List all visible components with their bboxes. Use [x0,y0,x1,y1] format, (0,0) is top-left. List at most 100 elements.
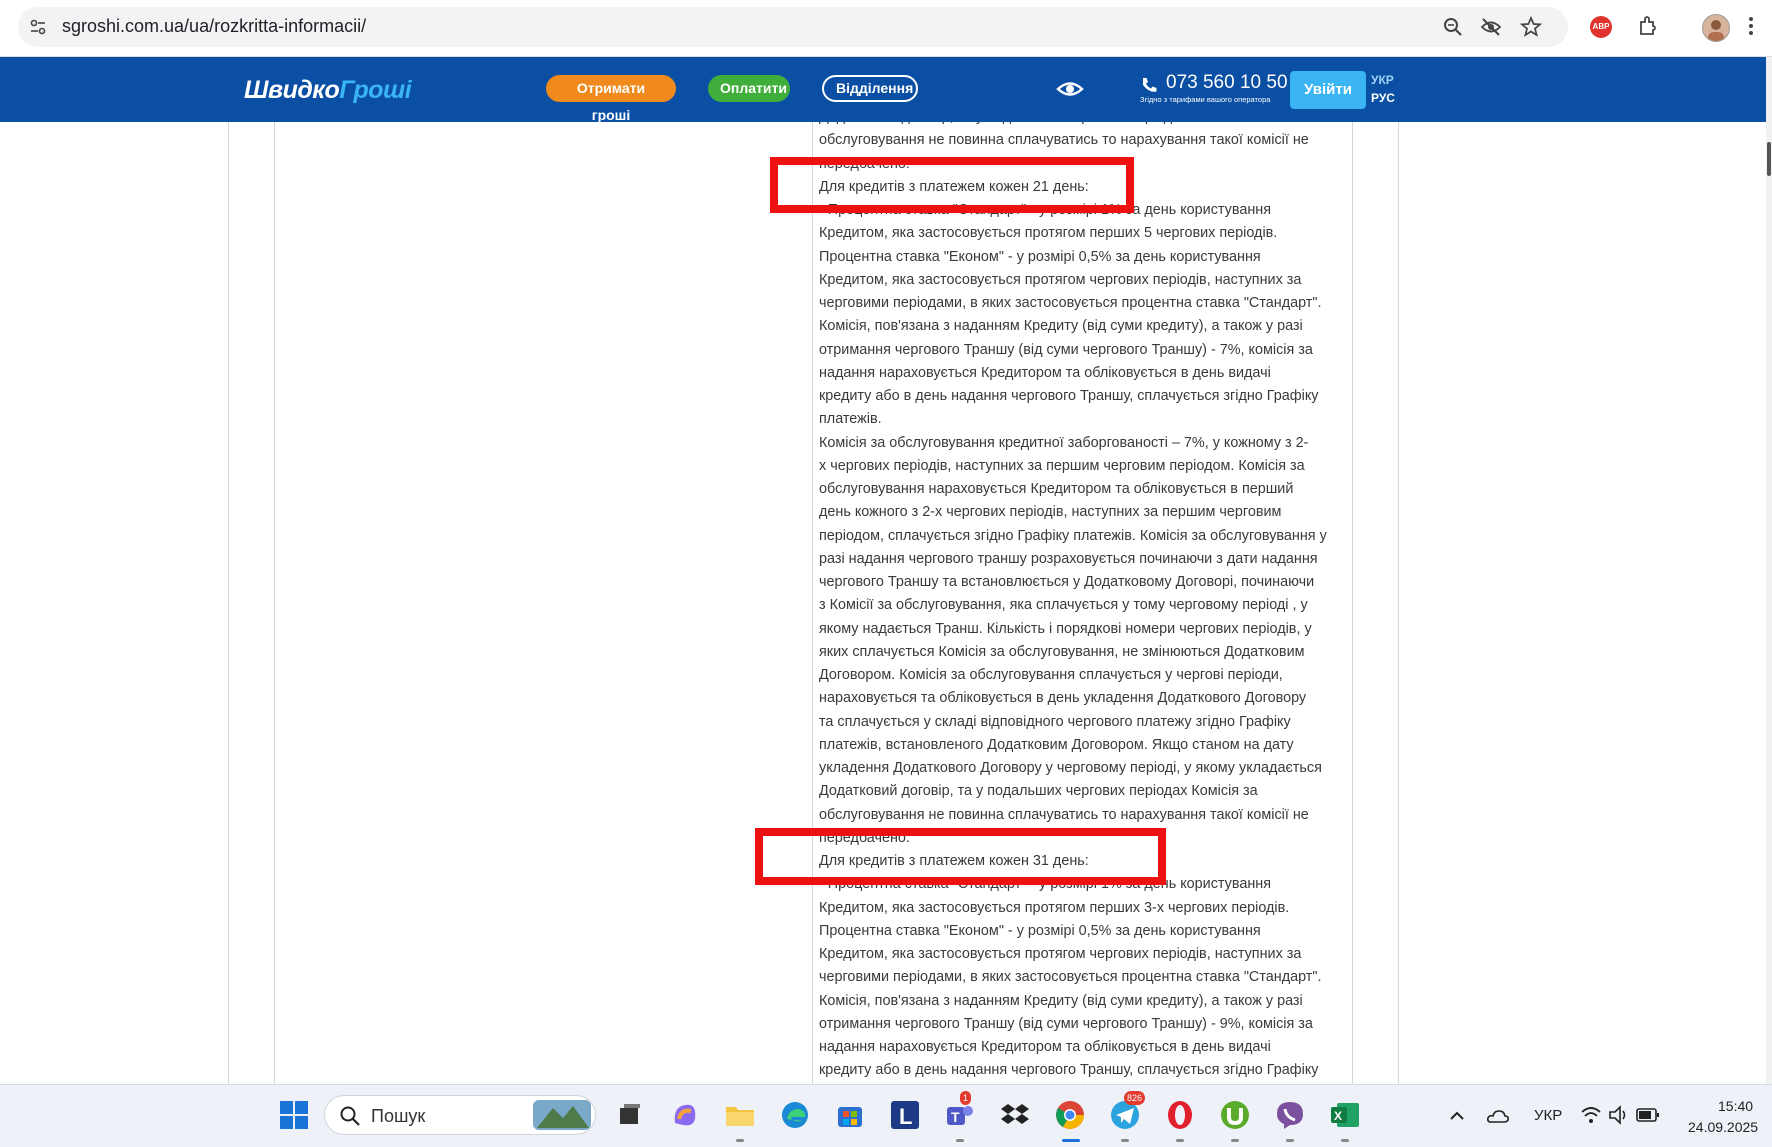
viber-icon[interactable] [1274,1099,1306,1131]
eye-off-icon[interactable] [1480,16,1502,38]
clock-time[interactable]: 15:40 [1718,1098,1753,1114]
telegram-badge: 826 [1124,1091,1146,1105]
lang-ukr-link[interactable]: УКР [1371,73,1394,87]
windows-taskbar: Пошук L T 1 826 X УКР 15:40 24.09.2025 [0,1084,1772,1147]
text-line: Кредитом, яка застосовується протягом че… [819,271,1302,288]
text-line: день кожного з 2-х чергових періодів, на… [819,504,1282,521]
running-indicator [1121,1139,1129,1142]
text-line: черговими періодами, в яких застосовуєть… [819,295,1322,311]
text-line: обслуговування не повинна сплачуватись т… [819,132,1309,149]
text-line: кредиту або в день надання чергового Тра… [819,1062,1319,1079]
text-line: х чергових періодів, наступних за першим… [819,457,1305,474]
text-line: Кредитом, яка застосовується протягом пе… [819,899,1290,916]
text-line: черговими періодами, в яких застосовуєть… [819,969,1322,986]
browser-toolbar: sgroshi.com.ua/ua/rozkritta-informacii/ … [0,0,1772,57]
column-divider [274,122,275,1084]
text-line: та сплачується у складі відповідного чер… [819,713,1291,730]
pay-button[interactable]: Оплатити [708,75,790,102]
opera-icon[interactable] [1164,1099,1196,1131]
excel-icon[interactable]: X [1329,1099,1361,1131]
column-divider [1352,122,1353,1084]
column-divider [1398,122,1399,1084]
accessibility-eye-icon[interactable] [1056,78,1084,100]
search-highlight-icon [533,1100,591,1130]
lang-rus-link[interactable]: РУС [1371,91,1395,105]
onedrive-icon[interactable] [1486,1107,1510,1125]
extensions-icon[interactable] [1636,14,1660,38]
text-line: якому надається Транш. Кількість і поряд… [819,620,1312,637]
text-line: отримання чергового Траншу (від суми чер… [819,341,1313,358]
text-line: Кредитом, яка застосовується протягом пе… [819,225,1278,242]
phone-note: Згідно з тарифами вашого оператора [1140,95,1271,104]
copilot-icon[interactable] [669,1099,701,1131]
site-header: ШвидкоГроші Отримати гроші Оплатити Відд… [0,57,1766,123]
volume-icon[interactable] [1608,1105,1630,1125]
text-line: обслуговування нараховується Кредитором … [819,481,1294,497]
clock-date[interactable]: 24.09.2025 [1688,1119,1758,1135]
get-money-button[interactable]: Отримати гроші [546,75,676,123]
person-icon [1708,20,1724,41]
running-indicator [1341,1139,1349,1142]
site-settings-icon[interactable] [28,17,48,37]
teams-icon[interactable]: T [944,1099,976,1131]
running-indicator [1176,1139,1184,1142]
running-indicator [1231,1139,1239,1142]
edge-icon[interactable] [779,1099,811,1131]
text-line: чергового Траншу та встановлюється у Дод… [819,574,1315,590]
text-line: платежів. [819,411,882,428]
input-language[interactable]: УКР [1534,1107,1562,1124]
text-line: Комісія, пов'язана з наданням Кредиту (в… [819,318,1303,335]
site-logo[interactable]: ШвидкоГроші [244,76,412,105]
page-content: Додатковий договір, та у подальших черго… [0,122,1766,1084]
phone-number[interactable]: 073 560 10 50 [1166,72,1288,94]
text-line: кредиту або в день надання чергового Тра… [819,388,1319,404]
address-bar[interactable]: sgroshi.com.ua/ua/rozkritta-informacii/ [18,7,1568,47]
text-line: платежів, встановленого Додатковим Догов… [819,736,1294,753]
running-indicator [1286,1139,1294,1142]
text-line: обслуговування не повинна сплачуватись т… [819,806,1309,823]
text-line: яких сплачується Комісія за обслуговуван… [819,643,1305,660]
branches-button[interactable]: Відділення [822,75,918,102]
text-line: надання нараховується Кредитором та облі… [819,1039,1271,1055]
profile-avatar[interactable] [1702,14,1730,42]
text-line: Додатковий договір, та у подальших черго… [819,122,1349,129]
chevron-up-icon[interactable] [1448,1107,1466,1125]
file-explorer-icon[interactable] [724,1099,756,1131]
svg-text:X: X [1334,1109,1342,1123]
wifi-icon[interactable] [1580,1105,1602,1125]
scrollbar-thumb[interactable] [1767,142,1771,176]
star-icon[interactable] [1520,16,1542,38]
windows-start-icon[interactable] [278,1099,310,1131]
l-app-icon[interactable]: L [889,1099,921,1131]
active-indicator [1062,1139,1080,1142]
more-icon[interactable] [1748,14,1754,38]
text-line: Комісія, пов'язана з наданням Кредиту (в… [819,992,1303,1009]
svg-text:L: L [899,1104,912,1129]
taskbar-search[interactable]: Пошук [324,1095,596,1135]
login-button[interactable]: Увійти [1290,71,1366,109]
zoom-icon[interactable] [1442,16,1464,38]
text-line: Кредитом, яка застосовується протягом че… [819,946,1302,962]
teams-badge: 1 [960,1091,972,1105]
chrome-icon[interactable] [1054,1099,1086,1131]
text-line: Договором. Комісія за обслуговування спл… [819,667,1283,683]
text-line: з Комісії за обслуговування, яка сплачує… [819,597,1308,614]
page-scrollbar[interactable] [1766,57,1772,1084]
text-line: Додатковий договір, та у подальших черго… [819,783,1258,800]
dropbox-icon[interactable] [999,1099,1031,1131]
text-line: Комісія за обслуговування кредитної забо… [819,434,1309,451]
adblock-icon[interactable]: ABP [1590,16,1612,38]
column-divider [812,122,813,1084]
task-view-icon[interactable] [614,1099,646,1131]
text-line: отримання чергового Траншу (від суми чер… [819,1015,1313,1032]
running-indicator [956,1139,964,1142]
svg-text:T: T [951,1109,960,1125]
battery-icon[interactable] [1636,1107,1660,1123]
store-icon[interactable] [834,1099,866,1131]
disclosure-text: Додатковий договір, та у подальших черго… [819,122,1349,1083]
column-divider [228,122,229,1084]
text-line: Процентна ставка "Економ" - у розмірі 0,… [819,922,1261,939]
running-indicator [736,1139,744,1142]
url-text[interactable]: sgroshi.com.ua/ua/rozkritta-informacii/ [62,16,366,37]
utorrent-icon[interactable] [1219,1099,1251,1131]
